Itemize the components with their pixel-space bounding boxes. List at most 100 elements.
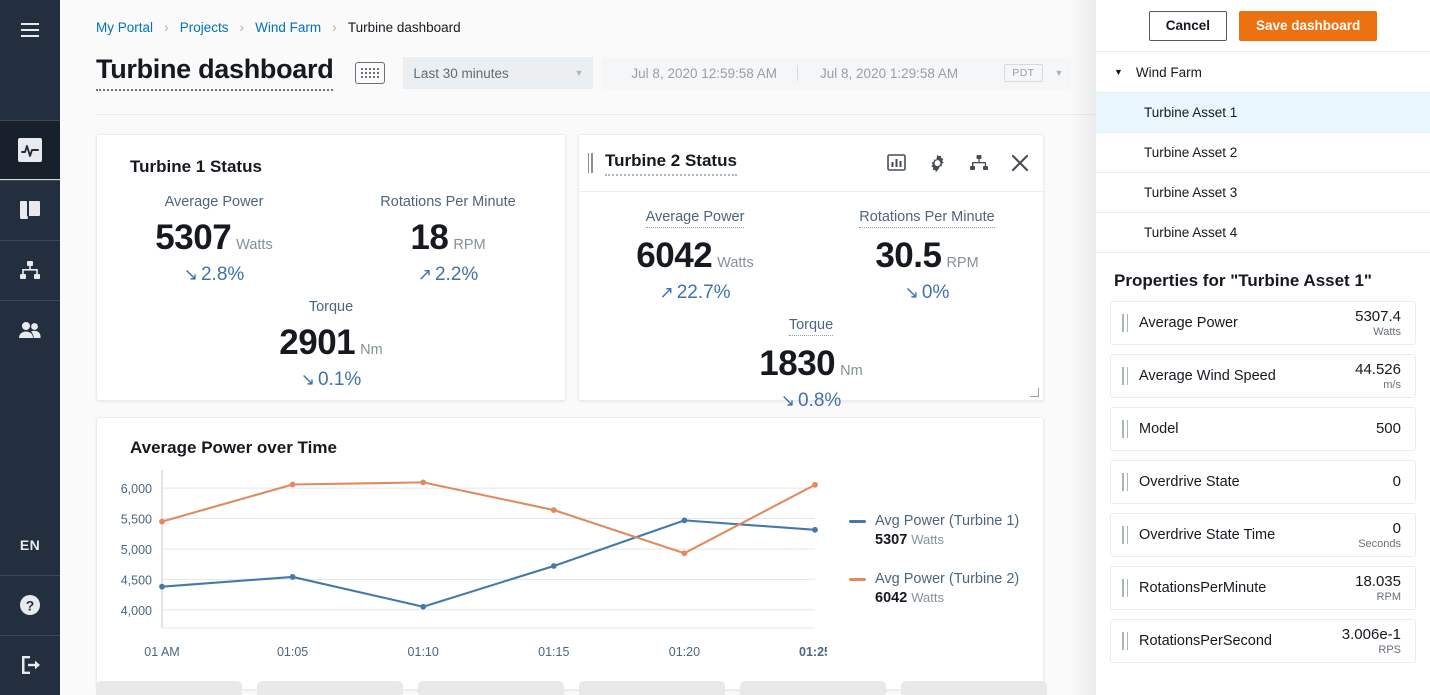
widget-placeholder[interactable]	[257, 681, 403, 695]
property-row[interactable]: RotationsPerSecond3.006e-1RPS	[1110, 619, 1416, 663]
sidebar-item-users[interactable]	[0, 300, 60, 360]
tree-item-turbine-asset-2[interactable]: Turbine Asset 2	[1096, 132, 1430, 172]
chart-series-line-2[interactable]	[162, 482, 815, 553]
property-row[interactable]: Average Wind Speed44.526m/s	[1110, 354, 1416, 398]
widget-turbine-1-status[interactable]: Turbine 1 Status Average Power 5307Watts…	[96, 134, 566, 401]
breadcrumb-separator: ›	[332, 19, 337, 35]
tree-root-wind-farm[interactable]: ▼ Wind Farm	[1096, 52, 1430, 92]
widget-turbine-2-status[interactable]: Turbine 2 Status	[578, 134, 1044, 401]
chart-data-point[interactable]	[551, 507, 557, 513]
trend-value: 22.7%	[677, 282, 731, 304]
widget-placeholder[interactable]	[418, 681, 564, 695]
chevron-down-icon[interactable]: ▼	[1055, 68, 1064, 78]
breadcrumb-item-projects[interactable]: Projects	[180, 20, 229, 35]
widget-placeholder[interactable]	[901, 681, 1047, 695]
property-row[interactable]: RotationsPerMinute18.035RPM	[1110, 566, 1416, 610]
chart-data-point[interactable]	[290, 482, 296, 488]
keyboard-icon[interactable]	[355, 62, 385, 84]
drag-handle-icon[interactable]	[1111, 314, 1139, 332]
y-axis-tick-label: 5,000	[121, 543, 152, 557]
widget-placeholder[interactable]	[579, 681, 725, 695]
chevron-down-icon[interactable]: ▼	[1114, 67, 1123, 77]
sidebar-item-monitor[interactable]	[0, 120, 60, 180]
rail-gap	[0, 60, 60, 120]
kpi-trend: ↘ 0.1%	[97, 369, 565, 391]
save-dashboard-button[interactable]: Save dashboard	[1239, 11, 1377, 41]
drag-handle-icon[interactable]	[1111, 473, 1139, 491]
widget-title: Turbine 1 Status	[97, 135, 565, 177]
chart-data-point[interactable]	[420, 479, 426, 485]
chart-data-point[interactable]	[290, 574, 296, 580]
widget-placeholder[interactable]	[96, 681, 242, 695]
sign-out-button[interactable]	[0, 635, 60, 695]
drag-handle-icon[interactable]	[1111, 526, 1139, 544]
legend-value-row: 6042Watts	[849, 589, 1019, 607]
breadcrumb-item-my-portal[interactable]: My Portal	[96, 20, 153, 35]
y-axis-tick-label: 6,000	[121, 482, 152, 496]
widget-title[interactable]: Turbine 2 Status	[605, 151, 737, 176]
property-row[interactable]: Overdrive State0	[1110, 460, 1416, 504]
drag-handle-icon[interactable]	[1111, 420, 1139, 438]
legend-row: Avg Power (Turbine 2)	[849, 571, 1019, 587]
chart-data-point[interactable]	[812, 482, 818, 488]
sidebar-item-asset-hierarchy[interactable]	[0, 240, 60, 300]
chart-plot[interactable]: 4,0004,5005,0005,5006,00001 AM01:0501:10…	[97, 458, 827, 670]
time-range-select[interactable]: Last 30 minutes ▼	[403, 57, 593, 89]
kpi-trend: ↗ 2.2%	[331, 264, 565, 286]
hamburger-menu-button[interactable]	[0, 0, 60, 60]
drag-handle-icon[interactable]	[579, 153, 601, 173]
kpi-label[interactable]: Average Power	[646, 209, 745, 228]
widget-average-power-chart[interactable]: Average Power over Time 4,0004,5005,0005…	[96, 417, 1044, 690]
property-value: 5307.4	[1355, 308, 1401, 325]
kpi-number: 30.5	[875, 236, 941, 275]
tree-item-turbine-asset-3[interactable]: Turbine Asset 3	[1096, 172, 1430, 212]
drag-handle-icon[interactable]	[1111, 367, 1139, 385]
page-title[interactable]: Turbine dashboard	[96, 56, 333, 91]
chart-data-point[interactable]	[159, 519, 165, 525]
drag-handle-icon[interactable]	[1111, 579, 1139, 597]
legend-value-row: 5307Watts	[849, 531, 1019, 549]
chart-data-point[interactable]	[682, 550, 688, 556]
language-button[interactable]: EN	[0, 515, 60, 575]
panel-actions: Cancel Save dashboard	[1096, 0, 1430, 52]
chart-series-line-1[interactable]	[162, 520, 815, 606]
close-icon[interactable]	[1011, 154, 1029, 172]
chart-data-point[interactable]	[812, 527, 818, 533]
kpi-value: 18RPM	[331, 220, 565, 255]
sidebar-item-dashboards[interactable]	[0, 180, 60, 240]
users-icon	[17, 319, 43, 341]
chart-type-icon[interactable]	[887, 154, 906, 172]
chart-data-point[interactable]	[159, 584, 165, 590]
chart-data-point[interactable]	[682, 517, 688, 523]
widget-resize-handle[interactable]	[1030, 388, 1039, 397]
tree-item-turbine-asset-1[interactable]: Turbine Asset 1	[1096, 92, 1430, 132]
widget-placeholder[interactable]	[740, 681, 886, 695]
property-row[interactable]: Model500	[1110, 407, 1416, 451]
timezone-badge[interactable]: PDT	[1004, 64, 1042, 82]
chart-data-point[interactable]	[551, 563, 557, 569]
kpi-trend: ↘ 2.8%	[97, 264, 331, 286]
legend-item-turbine-2[interactable]: Avg Power (Turbine 2) 6042Watts	[849, 571, 1019, 607]
line-chart-svg[interactable]: 4,0004,5005,0005,5006,00001 AM01:0501:10…	[97, 458, 827, 670]
date-range-field[interactable]: Jul 8, 2020 12:59:58 AM Jul 8, 2020 1:29…	[601, 57, 1071, 89]
help-button[interactable]: ?	[0, 575, 60, 635]
cancel-button[interactable]: Cancel	[1149, 11, 1227, 41]
drag-handle-icon[interactable]	[1111, 632, 1139, 650]
legend-item-turbine-1[interactable]: Avg Power (Turbine 1) 5307Watts	[849, 513, 1019, 549]
kpi-row-top: Average Power 6042Watts ↗ 22.7% Rotation…	[579, 192, 1043, 304]
gear-icon[interactable]	[928, 154, 947, 173]
kpi-label[interactable]: Torque	[789, 317, 833, 336]
property-value: 44.526	[1355, 361, 1401, 378]
property-unit: Seconds	[1358, 538, 1401, 550]
chart-data-point[interactable]	[420, 604, 426, 610]
hierarchy-icon[interactable]	[969, 154, 989, 172]
kpi-unit: Watts	[717, 255, 754, 271]
kpi-label[interactable]: Rotations Per Minute	[859, 209, 994, 228]
tree-item-turbine-asset-4[interactable]: Turbine Asset 4	[1096, 212, 1430, 252]
property-row[interactable]: Overdrive State Time0Seconds	[1110, 513, 1416, 557]
property-row[interactable]: Average Power5307.4Watts	[1110, 301, 1416, 345]
breadcrumb-item-wind-farm[interactable]: Wind Farm	[255, 20, 321, 35]
kpi-value: 30.5RPM	[811, 238, 1043, 273]
property-value-group: 500	[1376, 420, 1401, 438]
kpi-rotations-per-minute: Rotations Per Minute 18RPM ↗ 2.2%	[331, 193, 565, 286]
